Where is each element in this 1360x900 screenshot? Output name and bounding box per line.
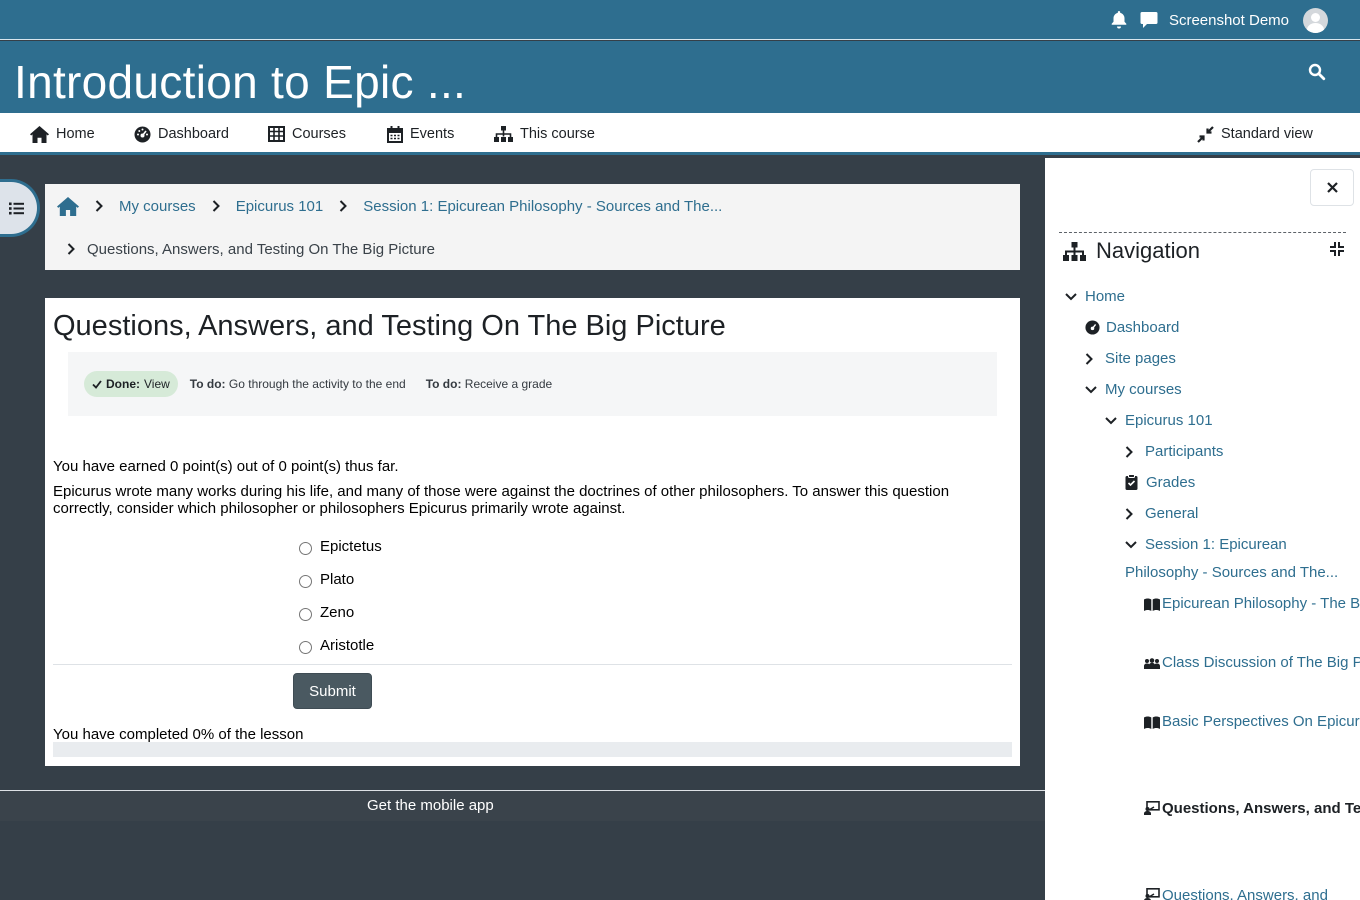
tree-item-grades[interactable]: Grades xyxy=(1125,469,1195,497)
completion-todo-grade: To do: Receive a grade xyxy=(425,377,553,391)
submit-button[interactable]: Submit xyxy=(293,673,372,709)
tree-item-home[interactable]: Home xyxy=(1065,283,1125,311)
chevron-right-icon xyxy=(210,200,222,212)
home-icon xyxy=(30,125,49,143)
standard-view-toggle[interactable]: Standard view xyxy=(1197,113,1313,155)
page-footer: Get the mobile app xyxy=(0,791,1045,821)
chevron-right-icon xyxy=(1125,500,1141,528)
nav-home[interactable]: Home xyxy=(30,113,95,155)
nav-home-label: Home xyxy=(56,126,95,142)
compress-icon[interactable] xyxy=(1330,242,1344,261)
points-text: You have earned 0 point(s) out of 0 poin… xyxy=(53,458,399,475)
close-drawer-button[interactable] xyxy=(1310,169,1354,206)
sitemap-icon xyxy=(494,126,513,142)
tree-item-dashboard[interactable]: Dashboard xyxy=(1085,314,1179,342)
tree-item-activity[interactable]: Class Discussion of The Big Picture xyxy=(1144,649,1360,680)
page-title: Questions, Answers, and Testing On The B… xyxy=(53,310,726,342)
chevron-right-icon xyxy=(337,200,349,212)
answer-option[interactable]: Zeno xyxy=(299,596,382,629)
tree-item-my-courses[interactable]: My courses xyxy=(1085,376,1182,404)
chevron-right-icon xyxy=(93,200,105,212)
user-name[interactable]: Screenshot Demo xyxy=(1169,12,1289,29)
nav-events-label: Events xyxy=(410,126,455,142)
course-index-toggle[interactable] xyxy=(0,179,40,237)
book-icon xyxy=(1144,590,1162,621)
chevron-down-icon xyxy=(1085,376,1101,404)
book-icon xyxy=(1144,708,1162,739)
chat-icon[interactable] xyxy=(1139,10,1159,30)
answer-option[interactable]: Aristotle xyxy=(299,629,382,662)
avatar[interactable] xyxy=(1303,7,1328,33)
standard-view-label: Standard view xyxy=(1221,126,1313,142)
list-icon xyxy=(9,202,24,214)
close-icon xyxy=(1326,182,1338,193)
answer-options: Epictetus Plato Zeno Aristotle xyxy=(299,530,382,662)
divider xyxy=(53,664,1012,665)
block-divider xyxy=(1059,232,1346,233)
lesson-icon xyxy=(1144,795,1162,825)
tree-item-participants[interactable]: Participants xyxy=(1125,438,1223,466)
answer-option[interactable]: Epictetus xyxy=(299,530,382,563)
nav-dashboard-label: Dashboard xyxy=(158,126,229,142)
completion-todo-end: To do: Go through the activity to the en… xyxy=(189,377,406,391)
search-icon[interactable] xyxy=(1308,63,1328,83)
nav-courses[interactable]: Courses xyxy=(268,113,346,155)
mobile-app-link[interactable]: Get the mobile app xyxy=(367,797,494,814)
chevron-right-icon xyxy=(67,243,75,255)
dashboard-icon xyxy=(1085,314,1101,342)
compress-icon xyxy=(1197,125,1214,143)
tree-item-general[interactable]: General xyxy=(1125,500,1198,528)
lesson-progress-bar xyxy=(53,742,1012,757)
radio-button[interactable] xyxy=(299,641,312,654)
chevron-right-icon xyxy=(1085,345,1101,373)
nav-this-course[interactable]: This course xyxy=(494,113,595,155)
question-text: Epicurus wrote many works during his lif… xyxy=(53,483,950,517)
chevron-right-icon xyxy=(1125,438,1141,466)
primary-navigation: Home Dashboard Courses Events This cours… xyxy=(0,113,1360,155)
chevron-down-icon xyxy=(1105,407,1121,435)
radio-button[interactable] xyxy=(299,608,312,621)
check-icon xyxy=(92,379,102,389)
radio-button[interactable] xyxy=(299,542,312,555)
block-drawer: Navigation Home Dashboard Site pages My … xyxy=(1045,158,1360,900)
calendar-icon xyxy=(387,125,403,143)
navigation-block-title: Navigation xyxy=(1063,238,1200,264)
progress-text: You have completed 0% of the lesson xyxy=(53,726,304,743)
completion-info: Done: View To do: Go through the activit… xyxy=(68,352,997,416)
tree-item-session[interactable]: Session 1: Epicurean Philosophy - Source… xyxy=(1125,531,1350,587)
completion-done-badge: Done: View xyxy=(84,371,178,397)
breadcrumb-item-course[interactable]: Epicurus 101 xyxy=(236,198,324,215)
tree-item-course[interactable]: Epicurus 101 xyxy=(1105,407,1213,435)
page-header: Introduction to Epic ... xyxy=(0,41,1360,113)
chevron-down-icon xyxy=(1065,283,1081,311)
tree-item-activity[interactable]: Questions, Answers, and xyxy=(1144,882,1344,900)
answer-option[interactable]: Plato xyxy=(299,563,382,596)
tree-item-activity[interactable]: Epicurean Philosophy - The Big Picture xyxy=(1144,590,1360,621)
breadcrumb-home-icon[interactable] xyxy=(57,196,79,216)
lesson-card: Questions, Answers, and Testing On The B… xyxy=(45,298,1020,766)
clipboard-icon xyxy=(1125,469,1141,497)
table-icon xyxy=(268,126,285,142)
tree-item-activity-current[interactable]: Questions, Answers, and Testing On The B… xyxy=(1144,795,1360,825)
tree-item-activity[interactable]: Basic Perspectives On Epicurus and the E… xyxy=(1144,708,1360,739)
breadcrumb-item-section[interactable]: Session 1: Epicurean Philosophy - Source… xyxy=(363,198,722,215)
breadcrumb: My courses Epicurus 101 Session 1: Epicu… xyxy=(45,184,1020,270)
nav-this-course-label: This course xyxy=(520,126,595,142)
dashboard-icon xyxy=(134,126,151,142)
nav-dashboard[interactable]: Dashboard xyxy=(134,113,229,155)
group-icon xyxy=(1144,649,1162,680)
bell-icon[interactable] xyxy=(1109,10,1129,30)
tree-item-site-pages[interactable]: Site pages xyxy=(1085,345,1176,373)
nav-events[interactable]: Events xyxy=(387,113,454,155)
breadcrumb-item-my-courses[interactable]: My courses xyxy=(119,198,196,215)
user-menu-area: Screenshot Demo xyxy=(1109,0,1328,40)
lesson-icon xyxy=(1144,882,1162,900)
main-region: My courses Epicurus 101 Session 1: Epicu… xyxy=(0,158,1045,900)
course-title: Introduction to Epic ... xyxy=(14,56,467,108)
breadcrumb-item-current: Questions, Answers, and Testing On The B… xyxy=(87,240,435,258)
sitemap-icon xyxy=(1063,241,1086,261)
nav-courses-label: Courses xyxy=(292,126,346,142)
radio-button[interactable] xyxy=(299,575,312,588)
top-bar: Screenshot Demo xyxy=(0,0,1360,40)
